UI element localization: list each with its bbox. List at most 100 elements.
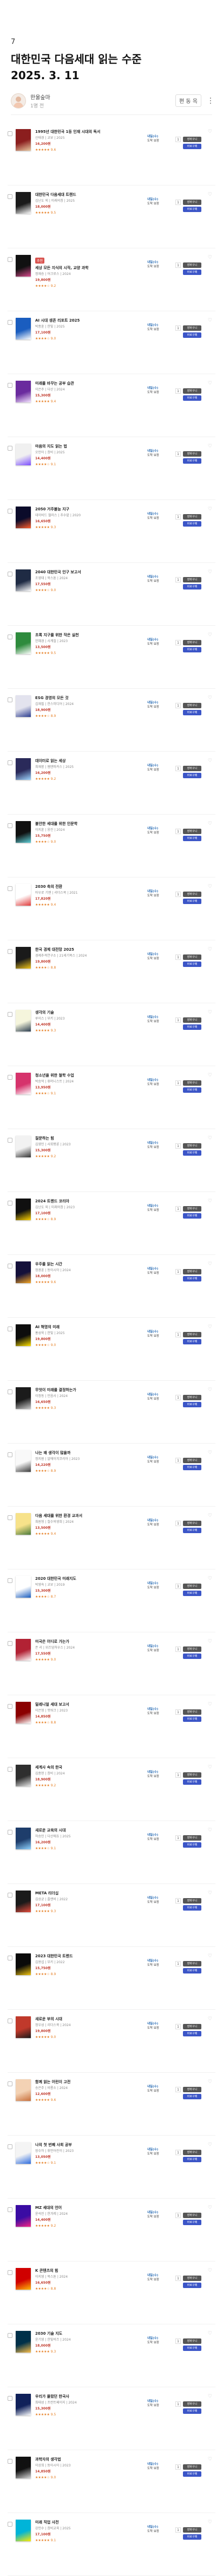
add-to-cart-button[interactable]: 장바구니: [183, 1772, 201, 1778]
quantity-field[interactable]: 1: [175, 200, 181, 205]
buy-now-button[interactable]: 바로구매: [183, 836, 201, 841]
item-checkbox[interactable]: [8, 1201, 12, 1206]
quantity-field[interactable]: 1: [175, 1709, 181, 1715]
book-cover[interactable]: [16, 1136, 31, 1157]
item-checkbox[interactable]: [8, 509, 12, 514]
quantity-field[interactable]: 1: [175, 2150, 181, 2155]
buy-now-button[interactable]: 바로구매: [183, 207, 201, 212]
buy-now-button[interactable]: 바로구매: [183, 2220, 201, 2225]
book-title[interactable]: 2050 거주불능 지구: [35, 507, 143, 512]
heart-icon[interactable]: ♡: [208, 2394, 212, 2399]
add-to-cart-button[interactable]: 장바구니: [183, 325, 201, 331]
buy-now-button[interactable]: 바로구매: [183, 1150, 201, 1156]
heart-icon[interactable]: ♡: [208, 1828, 212, 1833]
buy-now-button[interactable]: 바로구매: [183, 1087, 201, 1093]
book-title[interactable]: 새로운 교육의 시대: [35, 1828, 143, 1833]
item-checkbox[interactable]: [8, 1956, 12, 1960]
quantity-field[interactable]: 1: [175, 1646, 181, 1652]
quantity-field[interactable]: 1: [175, 2464, 181, 2470]
book-cover[interactable]: [16, 2520, 31, 2541]
add-to-cart-button[interactable]: 장바구니: [183, 451, 201, 457]
add-to-cart-button[interactable]: 장바구니: [183, 1898, 201, 1904]
buy-now-button[interactable]: 바로구매: [183, 773, 201, 778]
quantity-field[interactable]: 1: [175, 2276, 181, 2281]
buy-now-button[interactable]: 바로구매: [183, 2346, 201, 2351]
heart-icon[interactable]: ♡: [208, 1010, 212, 1015]
book-title[interactable]: 세상 모든 지식의 시작, 교양 과학: [35, 265, 143, 271]
add-to-cart-button[interactable]: 장바구니: [183, 2527, 201, 2533]
heart-icon[interactable]: ♡: [208, 1513, 212, 1518]
quantity-field[interactable]: 1: [175, 262, 181, 268]
book-title[interactable]: 2023 대한민국 트렌드: [35, 1953, 143, 1959]
heart-icon[interactable]: ♡: [208, 632, 212, 638]
add-to-cart-button[interactable]: 장바구니: [183, 2024, 201, 2029]
heart-icon[interactable]: ♡: [208, 695, 212, 701]
book-title[interactable]: 1995년 대한민국 1등 인재 시대의 독서: [35, 129, 143, 134]
item-checkbox[interactable]: [8, 1704, 12, 1709]
add-to-cart-button[interactable]: 장바구니: [183, 514, 201, 520]
heart-icon[interactable]: ♡: [208, 2331, 212, 2336]
add-to-cart-button[interactable]: 장바구니: [183, 1458, 201, 1463]
book-cover[interactable]: [16, 758, 31, 780]
item-checkbox[interactable]: [8, 760, 12, 765]
add-to-cart-button[interactable]: 장바구니: [183, 200, 201, 205]
quantity-field[interactable]: 1: [175, 1206, 181, 1212]
quantity-field[interactable]: 1: [175, 514, 181, 520]
quantity-field[interactable]: 1: [175, 2213, 181, 2218]
quantity-field[interactable]: 1: [175, 1458, 181, 1463]
heart-icon[interactable]: ♡: [208, 1450, 212, 1456]
heart-icon[interactable]: ♡: [208, 2079, 212, 2085]
book-cover[interactable]: [16, 381, 31, 402]
book-cover[interactable]: [16, 507, 31, 528]
item-checkbox[interactable]: [8, 2144, 12, 2149]
book-cover[interactable]: [16, 1324, 31, 1346]
item-checkbox[interactable]: [8, 823, 12, 828]
add-to-cart-button[interactable]: 장바구니: [183, 703, 201, 708]
buy-now-button[interactable]: 바로구매: [183, 962, 201, 967]
quantity-field[interactable]: 1: [175, 1017, 181, 1023]
item-checkbox[interactable]: [8, 2270, 12, 2275]
buy-now-button[interactable]: 바로구매: [183, 899, 201, 904]
book-title[interactable]: 질문하는 힘: [35, 1136, 143, 1141]
item-checkbox[interactable]: [8, 1767, 12, 1772]
add-to-cart-button[interactable]: 장바구니: [183, 2276, 201, 2281]
book-cover[interactable]: [16, 1765, 31, 1786]
quantity-field[interactable]: 1: [175, 1143, 181, 1149]
quantity-field[interactable]: 1: [175, 1521, 181, 1526]
quantity-field[interactable]: 1: [175, 2338, 181, 2344]
quantity-field[interactable]: 1: [175, 2401, 181, 2407]
heart-icon[interactable]: ♡: [208, 255, 212, 260]
book-title[interactable]: 생각의 기술: [35, 1010, 143, 1015]
book-title[interactable]: AI 혁명의 미래: [35, 1324, 143, 1330]
heart-icon[interactable]: ♡: [208, 318, 212, 323]
author-name[interactable]: 한울숲마: [30, 93, 175, 101]
book-title[interactable]: 나는 왜 생각이 많을까: [35, 1450, 143, 1456]
add-to-cart-button[interactable]: 장바구니: [183, 1269, 201, 1274]
buy-now-button[interactable]: 바로구매: [183, 2157, 201, 2162]
book-cover[interactable]: [16, 129, 31, 151]
buy-now-button[interactable]: 바로구매: [183, 1716, 201, 1722]
add-to-cart-button[interactable]: 장바구니: [183, 1709, 201, 1715]
add-to-cart-button[interactable]: 장바구니: [183, 1017, 201, 1023]
heart-icon[interactable]: ♡: [208, 947, 212, 952]
buy-now-button[interactable]: 바로구매: [183, 1213, 201, 1219]
buy-now-button[interactable]: 바로구매: [183, 270, 201, 275]
heart-icon[interactable]: ♡: [208, 1324, 212, 1330]
add-to-cart-button[interactable]: 장바구니: [183, 1521, 201, 1526]
item-checkbox[interactable]: [8, 2081, 12, 2086]
buy-now-button[interactable]: 바로구매: [183, 144, 201, 149]
quantity-field[interactable]: 1: [175, 388, 181, 394]
book-title[interactable]: AI 시대 생존 리포트 2025: [35, 318, 143, 323]
book-cover[interactable]: [16, 1702, 31, 1723]
book-cover[interactable]: [16, 947, 31, 969]
quantity-field[interactable]: 1: [175, 2087, 181, 2092]
add-to-cart-button[interactable]: 장바구니: [183, 1961, 201, 1966]
heart-icon[interactable]: ♡: [208, 1765, 212, 1770]
heart-icon[interactable]: ♡: [208, 1953, 212, 1959]
item-checkbox[interactable]: [8, 572, 12, 576]
item-checkbox[interactable]: [8, 131, 12, 136]
add-to-cart-button[interactable]: 장바구니: [183, 2338, 201, 2344]
book-title[interactable]: 새로운 부의 시대: [35, 2016, 143, 2022]
buy-now-button[interactable]: 바로구매: [183, 1339, 201, 1344]
book-title[interactable]: 초록 지구를 위한 작은 실천: [35, 632, 143, 638]
